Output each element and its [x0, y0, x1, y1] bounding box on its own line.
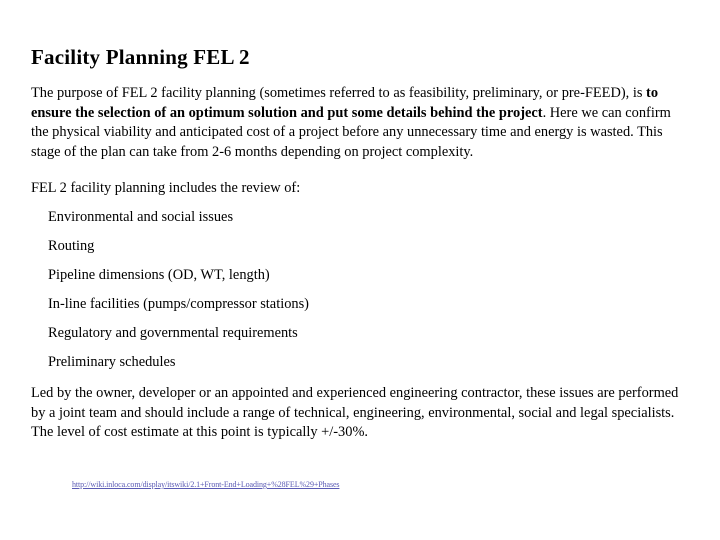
source-link-row: http://wiki.inloca.com/display/itswiki/2… — [72, 474, 672, 492]
source-link[interactable]: http://wiki.inloca.com/display/itswiki/2… — [72, 479, 340, 490]
intro-paragraph: The purpose of FEL 2 facility planning (… — [31, 84, 683, 162]
list-item: Preliminary schedules — [48, 354, 176, 371]
review-list-lead-in: FEL 2 facility planning includes the rev… — [31, 180, 301, 197]
list-item: Routing — [48, 238, 95, 255]
closing-paragraph: Led by the owner, developer or an appoin… — [31, 385, 679, 441]
list-item: Environmental and social issues — [48, 208, 234, 225]
intro-text-before-emphasis: The purpose of FEL 2 facility planning (… — [31, 85, 647, 101]
review-list: Environmental and social issues Routing … — [31, 208, 689, 373]
list-item: Regulatory and governmental requirements — [48, 325, 298, 342]
list-item: Pipeline dimensions (OD, WT, length) — [48, 267, 270, 284]
page-title: Facility Planning FEL 2 — [31, 45, 250, 69]
list-item: In-line facilities (pumps/compressor sta… — [48, 296, 309, 313]
slide-canvas: Facility Planning FEL 2 The purpose of F… — [0, 0, 720, 540]
